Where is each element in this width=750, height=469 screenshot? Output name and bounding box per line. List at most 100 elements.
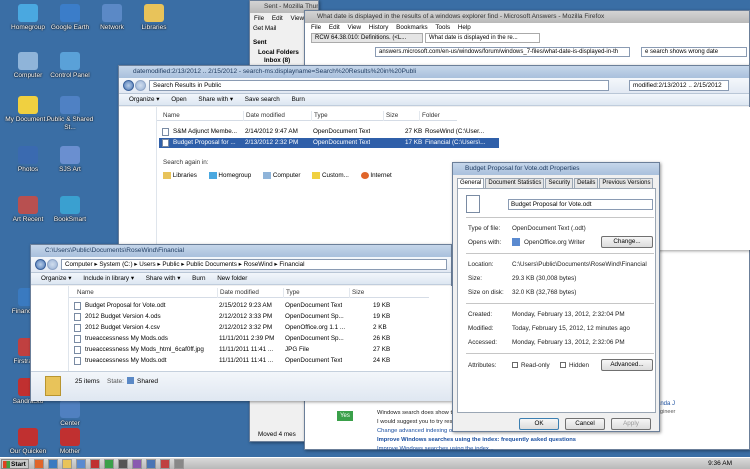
search-target-custom[interactable]: Custom... (322, 172, 349, 179)
cancel-button[interactable]: Cancel (565, 418, 605, 430)
ff-menu-history[interactable]: History (369, 24, 389, 31)
back-button[interactable] (35, 259, 46, 270)
ff-menu-file[interactable]: File (311, 24, 321, 31)
crumb-users[interactable]: Users (139, 261, 155, 268)
search-address-field[interactable]: Search Results in Public (149, 80, 609, 91)
open-button[interactable]: Open (171, 96, 186, 103)
desktop-icon[interactable]: SJS Art (42, 146, 98, 174)
table-row[interactable]: 2012 Budget Version 4.csv 2/12/2012 3:32 … (71, 323, 441, 333)
desktop-icon[interactable]: Center (42, 400, 98, 428)
get-mail-button[interactable]: Get Mail (253, 25, 276, 32)
search-target-internet[interactable]: Internet (370, 172, 391, 179)
financial-nav-pane[interactable] (31, 286, 69, 371)
tab-general[interactable]: General (457, 178, 485, 188)
taskbar-app-button[interactable] (146, 459, 156, 469)
change-button[interactable]: Change... (601, 236, 653, 248)
crumb-public-documents[interactable]: Public Documents (186, 261, 237, 268)
ok-button[interactable]: OK (519, 418, 559, 430)
filename-input[interactable]: Budget Proposal for Vote.odt (508, 199, 653, 210)
back-button[interactable] (123, 80, 134, 91)
page-link[interactable]: Improve Windows searches using the index… (377, 436, 576, 445)
table-row[interactable]: trueaccessness My Mods.ods 11/11/2011 2:3… (71, 334, 441, 344)
tab-security[interactable]: Security (545, 178, 574, 188)
crumb-rosewind[interactable]: RoseWind (244, 261, 273, 268)
search-query-input[interactable]: modified:2/13/2012 .. 2/15/2012 (629, 80, 729, 91)
table-row[interactable]: 2012 Budget Version 4.ods 2/12/2012 3:33 … (71, 312, 441, 322)
crumb-public[interactable]: Public (162, 261, 179, 268)
ff-search-bar[interactable]: e search shows wrong date (641, 47, 747, 57)
taskbar-app-button[interactable] (48, 459, 58, 469)
table-row[interactable]: trueaccessness My Mods_html_6caf0ff.jpg 1… (71, 345, 441, 355)
desktop-icon[interactable]: Public & Shared St... (42, 96, 98, 132)
burn-button[interactable]: Burn (292, 96, 305, 103)
table-row[interactable]: Budget Proposal for Vote.odt 2/15/2012 9:… (71, 301, 441, 311)
advanced-button[interactable]: Advanced... (601, 359, 653, 371)
organize-button[interactable]: Organize ▾ (129, 96, 159, 103)
taskbar-app-button[interactable] (76, 459, 86, 469)
ff-menu-view[interactable]: View (348, 24, 362, 31)
col-date-modified[interactable]: Date modified (243, 111, 285, 121)
ff-url-bar[interactable]: answers.microsoft.com/en-us/windows/foru… (375, 47, 630, 57)
table-row[interactable]: S&M Adjunct Membe... 2/14/2012 9:47 AM O… (159, 127, 499, 137)
desktop-icon[interactable]: Libraries (126, 4, 182, 32)
desktop-icon[interactable]: BookSmart (42, 196, 98, 224)
taskbar-app-button[interactable] (104, 459, 114, 469)
apply-button[interactable]: Apply (611, 418, 651, 430)
col-type[interactable]: Type (283, 288, 300, 298)
readonly-checkbox[interactable] (512, 362, 518, 368)
col-type[interactable]: Type (311, 111, 328, 121)
ff-menu-bookmarks[interactable]: Bookmarks (396, 24, 428, 31)
search-target-libraries[interactable]: Libraries (173, 172, 197, 179)
taskbar-app-button[interactable] (118, 459, 128, 469)
page-link[interactable]: Improve Windows searches using the index… (377, 445, 576, 454)
desktop-icon[interactable]: Mother (42, 428, 98, 456)
yes-button[interactable]: Yes (337, 411, 353, 421)
col-name[interactable]: Name (75, 288, 94, 298)
menu-edit[interactable]: Edit (272, 15, 283, 22)
folder-sent[interactable]: Sent (253, 39, 267, 46)
burn-button[interactable]: Burn (192, 275, 205, 282)
search-target-homegroup[interactable]: Homegroup (218, 172, 251, 179)
taskbar-app-button[interactable] (160, 459, 170, 469)
clock[interactable]: 9:36 AM (708, 459, 732, 469)
crumb-system[interactable]: System (C:) (99, 261, 132, 268)
tab-previous-versions[interactable]: Previous Versions (599, 178, 654, 188)
menu-file[interactable]: File (254, 15, 264, 22)
organize-button[interactable]: Organize ▾ (41, 275, 71, 282)
taskbar-app-button[interactable] (34, 459, 44, 469)
save-search-button[interactable]: Save search (245, 96, 280, 103)
folder-local[interactable]: Local Folders (258, 49, 299, 56)
taskbar-app-button[interactable] (90, 459, 100, 469)
hidden-checkbox[interactable] (560, 362, 566, 368)
tab-document-statistics[interactable]: Document Statistics (485, 178, 545, 188)
crumb-computer[interactable]: Computer (65, 261, 93, 268)
properties-dialog[interactable]: Budget Proposal for Vote.odt Properties … (452, 162, 660, 432)
table-row-selected[interactable]: Budget Proposal for ... 2/13/2012 2:32 P… (159, 138, 499, 148)
search-nav-pane[interactable] (119, 107, 157, 250)
ff-menu-tools[interactable]: Tools (435, 24, 450, 31)
taskbar-app-button[interactable] (174, 459, 184, 469)
col-size[interactable]: Size (383, 111, 398, 121)
menu-view[interactable]: View (291, 15, 305, 22)
share-with-button[interactable]: Share with ▾ (146, 275, 181, 282)
ff-tab-2[interactable]: What date is displayed in the re... (425, 33, 540, 43)
financial-folder-window[interactable]: C:\Users\Public\Documents\RoseWind\Finan… (30, 244, 452, 401)
forward-button[interactable] (47, 259, 58, 270)
forward-button[interactable] (135, 80, 146, 91)
taskbar-app-button[interactable] (132, 459, 142, 469)
ff-menu-help[interactable]: Help (458, 24, 471, 31)
crumb-financial[interactable]: Financial (279, 261, 304, 268)
col-date-modified[interactable]: Date modified (217, 288, 259, 298)
new-folder-button[interactable]: New folder (217, 275, 247, 282)
col-size[interactable]: Size (349, 288, 364, 298)
col-name[interactable]: Name (161, 111, 180, 121)
folder-inbox[interactable]: Inbox (8) (264, 57, 290, 64)
ff-menu-edit[interactable]: Edit (329, 24, 340, 31)
col-folder[interactable]: Folder (419, 111, 440, 121)
desktop-icon[interactable]: Control Panel (42, 52, 98, 80)
ff-tab-1[interactable]: RCW 64.38.010: Definitions. (<L... (311, 33, 423, 43)
search-target-computer[interactable]: Computer (273, 172, 301, 179)
table-row[interactable]: trueaccessness My Mods.odt 11/11/2011 11:… (71, 356, 441, 366)
breadcrumb[interactable]: Computer ▸ System (C:) ▸ Users ▸ Public … (61, 259, 447, 270)
share-with-button[interactable]: Share with ▾ (198, 96, 233, 103)
